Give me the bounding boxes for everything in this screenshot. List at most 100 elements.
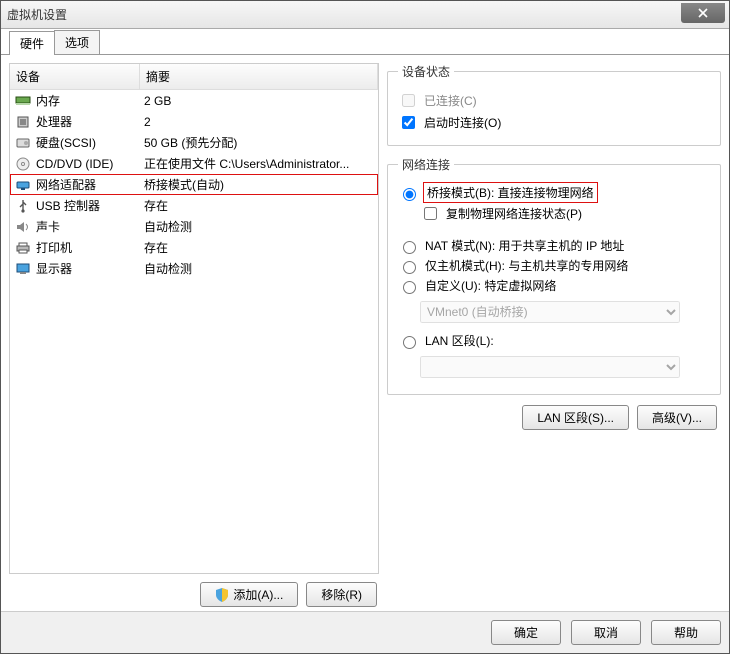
custom-label[interactable]: 自定义(U): 特定虚拟网络 [425,277,556,294]
content-area: 设备 摘要 内存2 GB处理器2硬盘(SCSI)50 GB (预先分配)CD/D… [1,55,729,615]
device-row-sound[interactable]: 声卡自动检测 [10,216,378,237]
device-row-usb[interactable]: USB 控制器存在 [10,195,378,216]
device-summary: 50 GB (预先分配) [144,134,374,151]
add-button[interactable]: 添加(A)... [200,582,298,607]
replicate-checkbox[interactable] [424,207,437,220]
left-panel: 设备 摘要 内存2 GB处理器2硬盘(SCSI)50 GB (预先分配)CD/D… [9,63,379,607]
help-button-label: 帮助 [674,624,698,641]
lan-segment-radio[interactable] [403,336,416,349]
network-connection-legend: 网络连接 [398,156,454,173]
lan-segments-button-label: LAN 区段(S)... [537,409,614,426]
right-extra-buttons: LAN 区段(S)... 高级(V)... [387,405,721,430]
device-name: 显示器 [36,260,144,277]
display-icon [14,261,32,277]
device-row-memory[interactable]: 内存2 GB [10,90,378,111]
sound-icon [14,219,32,235]
device-list-body: 内存2 GB处理器2硬盘(SCSI)50 GB (预先分配)CD/DVD (ID… [10,90,378,279]
device-summary: 存在 [144,239,374,256]
close-button[interactable] [681,3,725,23]
connected-row: 已连接(C) [398,91,710,110]
device-name: 硬盘(SCSI) [36,134,144,151]
bridged-radio[interactable] [403,188,416,201]
left-buttons: 添加(A)... 移除(R) [9,574,379,607]
device-name: 打印机 [36,239,144,256]
add-button-label: 添加(A)... [233,586,283,603]
network-icon [14,177,32,193]
nat-radio[interactable] [403,241,416,254]
lan-segment-select [420,356,680,378]
right-panel: 设备状态 已连接(C) 启动时连接(O) 网络连接 桥接模式(B): 直接连接物… [387,63,721,607]
device-row-network[interactable]: 网络适配器桥接模式(自动) [10,174,378,195]
device-name: USB 控制器 [36,197,144,214]
cancel-button-label: 取消 [594,624,618,641]
nat-label[interactable]: NAT 模式(N): 用于共享主机的 IP 地址 [425,237,624,254]
device-summary: 正在使用文件 C:\Users\Administrator... [144,155,374,172]
lan-segment-row: LAN 区段(L): [398,332,710,349]
connect-startup-row: 启动时连接(O) [398,113,710,132]
device-name: CD/DVD (IDE) [36,157,144,171]
replicate-label[interactable]: 复制物理网络连接状态(P) [446,205,582,222]
custom-vmnet-select: VMnet0 (自动桥接) [420,301,680,323]
shield-icon [215,588,229,602]
hostonly-row: 仅主机模式(H): 与主机共享的专用网络 [398,257,710,274]
tab-hardware[interactable]: 硬件 [9,31,55,55]
usb-icon [14,198,32,214]
ok-button-label: 确定 [514,624,538,641]
ok-button[interactable]: 确定 [491,620,561,645]
lan-segments-button[interactable]: LAN 区段(S)... [522,405,629,430]
device-name: 内存 [36,92,144,109]
device-summary: 存在 [144,197,374,214]
hostonly-radio[interactable] [403,261,416,274]
device-row-cd[interactable]: CD/DVD (IDE)正在使用文件 C:\Users\Administrato… [10,153,378,174]
advanced-button[interactable]: 高级(V)... [637,405,717,430]
bridged-label[interactable]: 桥接模式(B): 直接连接物理网络 [425,184,596,201]
custom-radio[interactable] [403,281,416,294]
dialog-footer: 确定 取消 帮助 [1,611,729,653]
device-row-display[interactable]: 显示器自动检测 [10,258,378,279]
device-summary: 2 [144,115,374,129]
device-status-group: 设备状态 已连接(C) 启动时连接(O) [387,63,721,146]
tab-options[interactable]: 选项 [54,30,100,54]
device-summary: 自动检测 [144,260,374,277]
advanced-button-label: 高级(V)... [652,409,702,426]
remove-button[interactable]: 移除(R) [306,582,377,607]
device-list-header: 设备 摘要 [10,64,378,90]
device-row-disk[interactable]: 硬盘(SCSI)50 GB (预先分配) [10,132,378,153]
cancel-button[interactable]: 取消 [571,620,641,645]
connect-startup-checkbox[interactable] [402,116,415,129]
cpu-icon [14,114,32,130]
window-title: 虚拟机设置 [7,6,67,23]
lan-segment-label[interactable]: LAN 区段(L): [425,332,494,349]
replicate-row: 复制物理网络连接状态(P) [420,204,710,223]
device-summary: 2 GB [144,94,374,108]
memory-icon [14,93,32,109]
vm-settings-window: 虚拟机设置 硬件 选项 设备 摘要 内存2 GB处理器2硬盘(SCSI)50 G… [0,0,730,654]
printer-icon [14,240,32,256]
cd-icon [14,156,32,172]
bridged-row: 桥接模式(B): 直接连接物理网络 [398,184,710,201]
device-name: 声卡 [36,218,144,235]
device-row-printer[interactable]: 打印机存在 [10,237,378,258]
titlebar: 虚拟机设置 [1,1,729,29]
col-header-device[interactable]: 设备 [10,64,140,89]
close-icon [698,8,708,18]
connect-startup-label[interactable]: 启动时连接(O) [424,114,501,131]
col-header-summary[interactable]: 摘要 [140,64,378,89]
connected-label: 已连接(C) [424,92,477,109]
hostonly-label[interactable]: 仅主机模式(H): 与主机共享的专用网络 [425,257,628,274]
remove-button-label: 移除(R) [321,586,362,603]
network-connection-group: 网络连接 桥接模式(B): 直接连接物理网络 复制物理网络连接状态(P) NAT… [387,156,721,395]
device-name: 处理器 [36,113,144,130]
device-name: 网络适配器 [36,176,144,193]
nat-row: NAT 模式(N): 用于共享主机的 IP 地址 [398,237,710,254]
device-list: 设备 摘要 内存2 GB处理器2硬盘(SCSI)50 GB (预先分配)CD/D… [9,63,379,574]
device-status-legend: 设备状态 [398,63,454,80]
custom-row: 自定义(U): 特定虚拟网络 [398,277,710,294]
connected-checkbox [402,94,415,107]
disk-icon [14,135,32,151]
device-summary: 自动检测 [144,218,374,235]
help-button[interactable]: 帮助 [651,620,721,645]
tabs: 硬件 选项 [1,29,729,55]
device-summary: 桥接模式(自动) [144,176,374,193]
device-row-cpu[interactable]: 处理器2 [10,111,378,132]
